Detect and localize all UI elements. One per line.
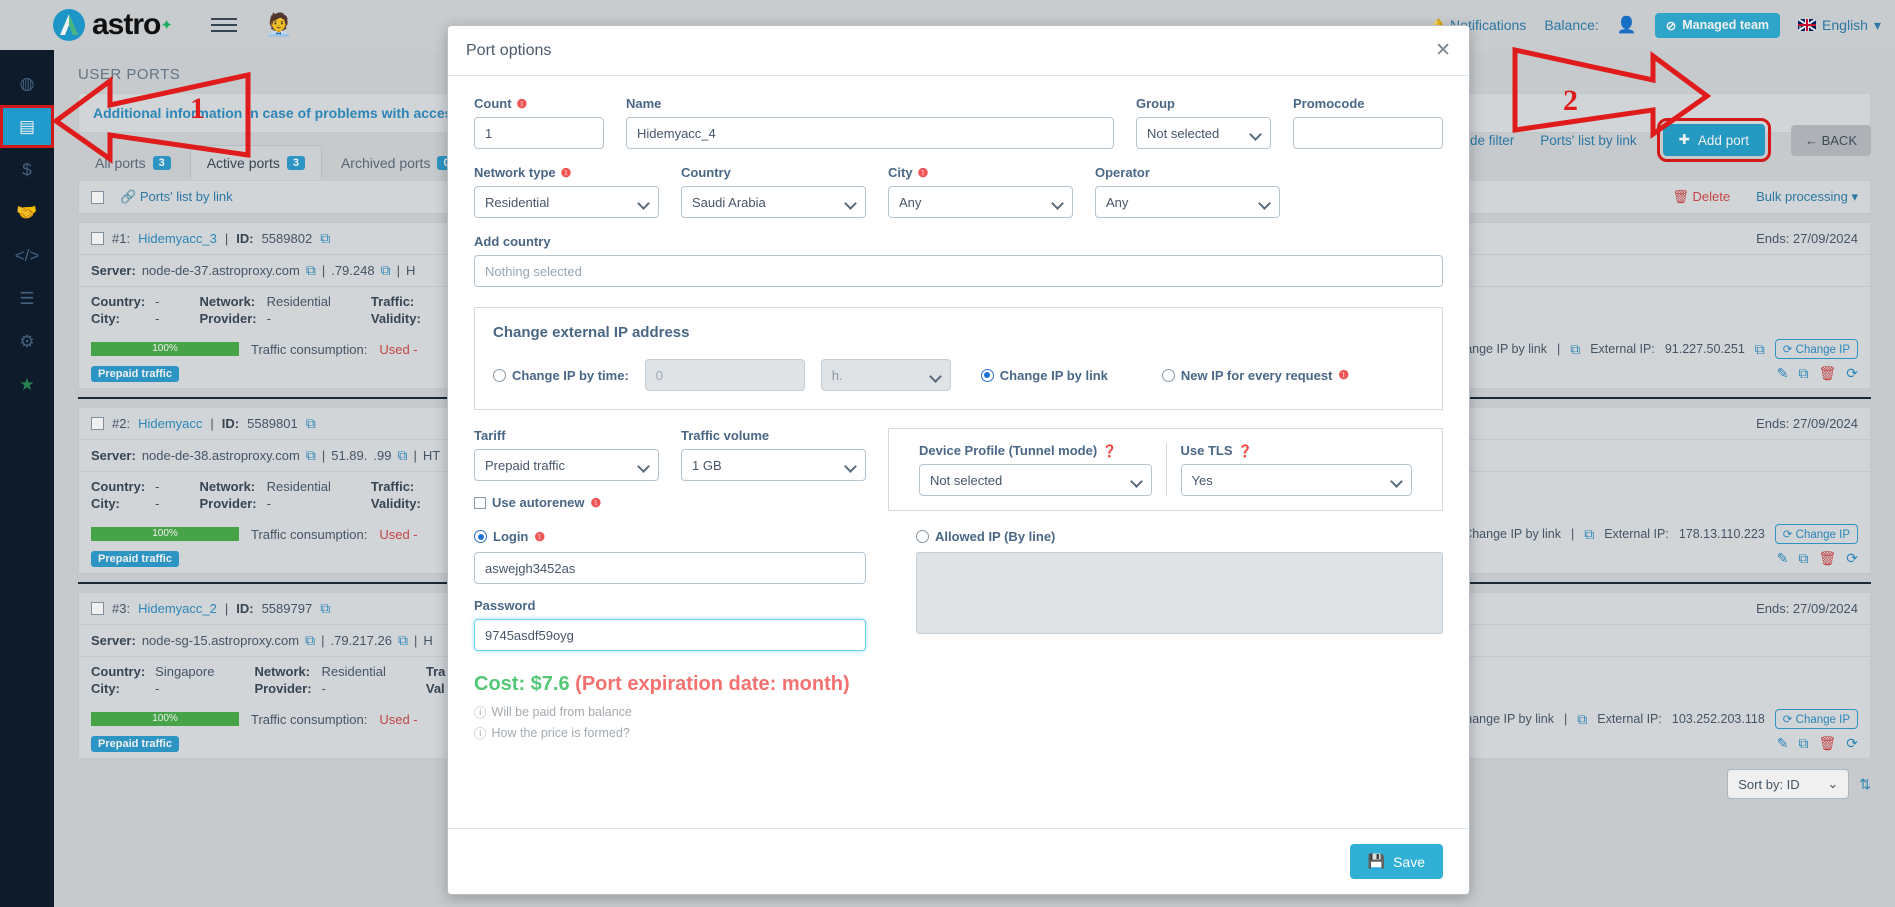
- required-icon: ❶: [560, 165, 572, 180]
- tariff-select[interactable]: Prepaid traffic: [474, 449, 659, 481]
- city-label: City ❶: [888, 165, 929, 180]
- login-input[interactable]: [474, 552, 866, 584]
- operator-select[interactable]: Any: [1095, 186, 1280, 218]
- group-label: Group: [1136, 96, 1175, 111]
- modal-row-basic: Count❶ Name Group Not selected Promocode: [474, 96, 1443, 149]
- promocode-input[interactable]: [1293, 117, 1443, 149]
- change-ip-by-time-radio[interactable]: Change IP by time:: [493, 368, 629, 383]
- network-type-select[interactable]: Residential: [474, 186, 659, 218]
- required-icon: ❶: [1338, 368, 1350, 382]
- modal-header: Port options ✕: [448, 26, 1469, 76]
- close-icon[interactable]: ✕: [1435, 39, 1451, 62]
- required-icon: ❶: [516, 96, 528, 111]
- required-icon: ❶: [534, 529, 546, 544]
- network-type-label: Network type ❶: [474, 165, 572, 180]
- info-icon: ⓘ: [474, 706, 487, 720]
- required-icon: ❶: [917, 165, 929, 180]
- radio-circle-icon: [493, 368, 506, 382]
- device-profile-cell: Device Profile (Tunnel mode) ❓ Not select…: [905, 443, 1166, 496]
- allowed-ip-radio[interactable]: Allowed IP (By line): [916, 529, 1443, 544]
- modal-title: Port options: [466, 41, 552, 59]
- device-profile-label: Device Profile (Tunnel mode) ❓: [919, 443, 1118, 458]
- required-icon: ❶: [590, 495, 602, 510]
- change-ip-by-link-radio[interactable]: Change IP by link: [980, 368, 1108, 383]
- info-icon: ⓘ: [474, 727, 487, 741]
- add-country-input[interactable]: [474, 255, 1443, 287]
- new-ip-every-request-radio[interactable]: New IP for every request ❶: [1161, 368, 1350, 383]
- radio-circle-icon: [1161, 368, 1175, 382]
- group-select[interactable]: Not selected: [1136, 117, 1271, 149]
- name-input[interactable]: [626, 117, 1114, 149]
- cost-summary: Cost: $7.6 (Port expiration date: month): [474, 673, 850, 695]
- password-label: Password: [474, 598, 536, 613]
- country-label: Country: [681, 165, 731, 180]
- save-button[interactable]: 💾 Save: [1349, 844, 1443, 879]
- change-ip-time-input[interactable]: [644, 359, 805, 391]
- radio-circle-icon: [474, 530, 487, 543]
- change-external-ip-panel: Change external IP address Change IP by …: [474, 307, 1443, 410]
- use-tls-cell: Use TLS ❓ Yes: [1165, 443, 1427, 496]
- use-tls-select[interactable]: Yes: [1180, 464, 1412, 496]
- password-input[interactable]: [474, 619, 866, 651]
- count-label: Count ❶: [474, 96, 528, 111]
- radio-circle-icon: [980, 368, 994, 382]
- device-tls-box: Device Profile (Tunnel mode) ❓ Not select…: [888, 428, 1443, 511]
- help-icon[interactable]: ❓: [1102, 444, 1117, 458]
- annotation-number-1: 1: [190, 92, 205, 125]
- country-select[interactable]: Saudi Arabia: [681, 186, 866, 218]
- checkbox-icon: [474, 496, 486, 509]
- note-how-price-formed: ⓘ How the price is formed?: [474, 723, 1443, 742]
- login-radio[interactable]: Login ❶: [474, 529, 866, 544]
- promocode-label: Promocode: [1293, 96, 1365, 111]
- change-external-ip-title: Change external IP address: [493, 324, 690, 341]
- tariff-label: Tariff: [474, 428, 506, 443]
- traffic-volume-select[interactable]: 1 GB: [681, 449, 866, 481]
- city-select[interactable]: Any: [888, 186, 1073, 218]
- annotation-number-2: 2: [1563, 84, 1578, 117]
- modal-row-location: Network type ❶ Residential Country Saudi …: [474, 165, 1443, 218]
- operator-label: Operator: [1095, 165, 1150, 180]
- name-label: Name: [626, 96, 662, 111]
- use-tls-label: Use TLS ❓: [1180, 443, 1253, 458]
- device-profile-select[interactable]: Not selected: [919, 464, 1152, 496]
- count-input[interactable]: [474, 117, 604, 149]
- port-options-modal: Port options ✕ Count❶ Name Group Not sel…: [447, 25, 1470, 895]
- floppy-disk-icon: 💾: [1367, 853, 1386, 869]
- allowed-ip-textarea[interactable]: [916, 552, 1443, 634]
- modal-footer: 💾 Save: [448, 828, 1469, 894]
- help-icon[interactable]: ❓: [1238, 444, 1253, 458]
- traffic-volume-label: Traffic volume: [681, 428, 770, 443]
- note-paid-from-balance: ⓘ Will be paid from balance: [474, 702, 1443, 721]
- radio-circle-icon: [916, 530, 929, 543]
- use-autorenew-checkbox[interactable]: Use autorenew ❶: [474, 495, 659, 510]
- change-ip-time-unit-select[interactable]: h.: [820, 359, 951, 391]
- add-country-label: Add country: [474, 234, 551, 249]
